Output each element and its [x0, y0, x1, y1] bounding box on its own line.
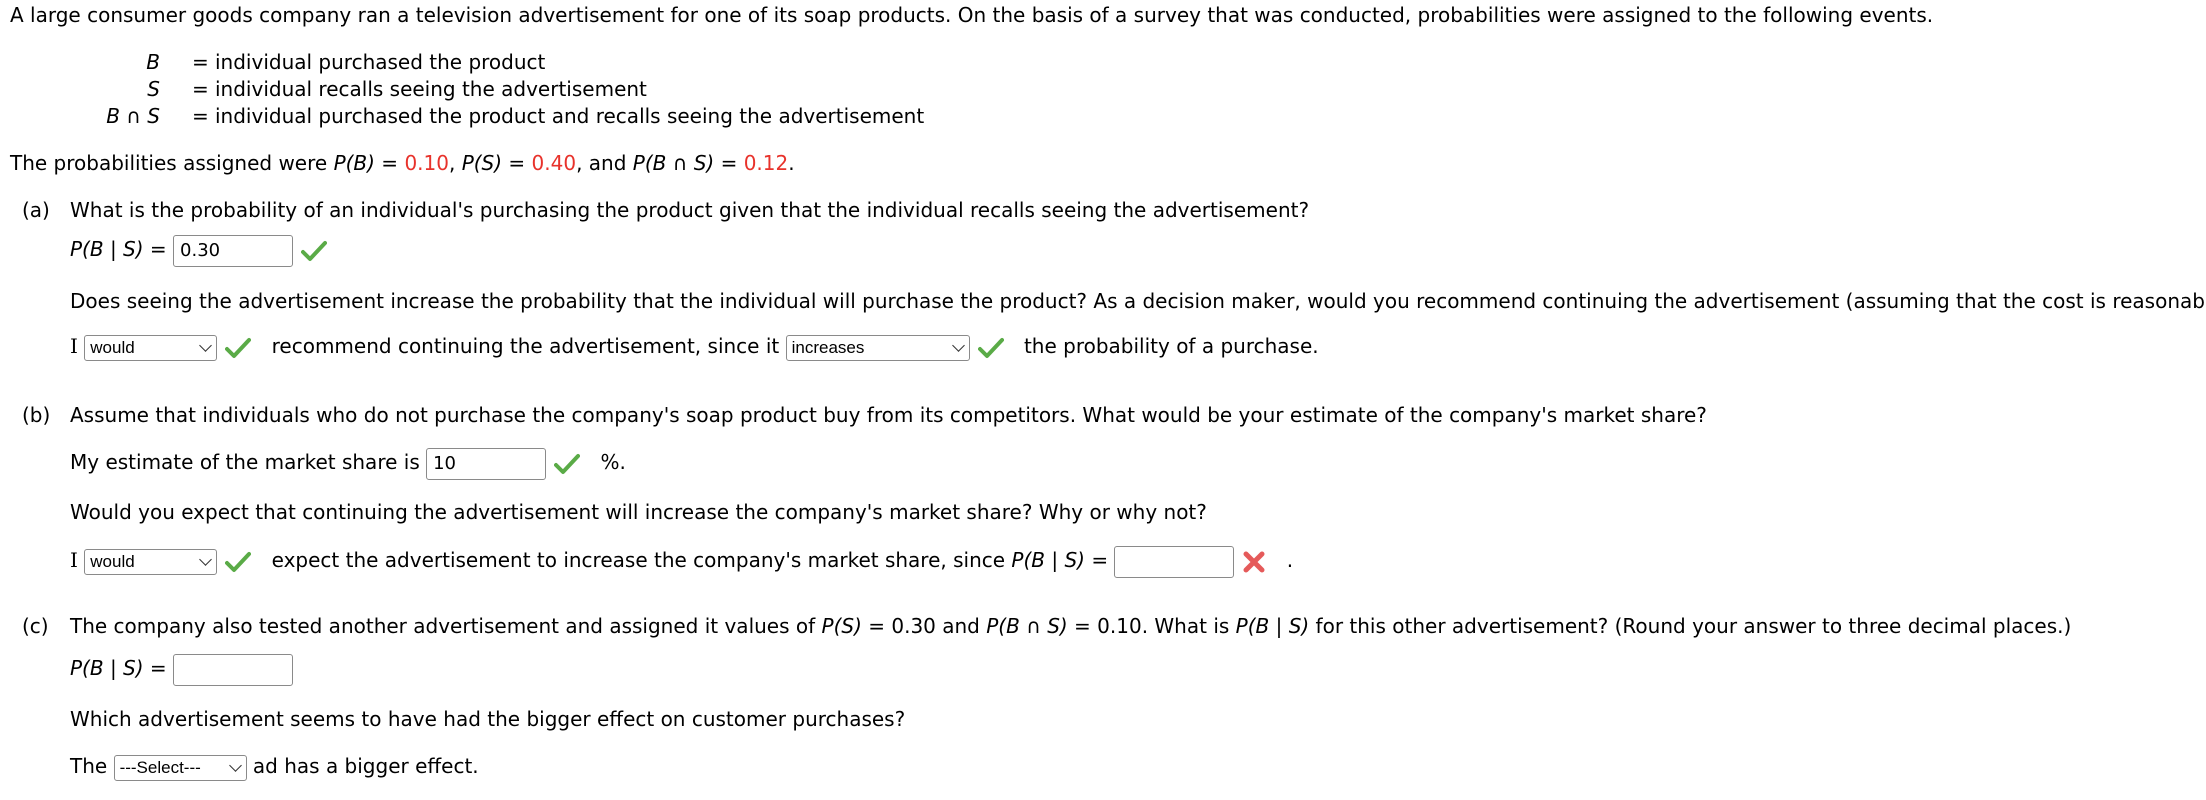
- checkmark-icon: [554, 453, 581, 474]
- sentence-middle: expect the advertisement to increase the…: [271, 548, 1006, 572]
- part-b-label: (b): [22, 403, 51, 427]
- estimate-prefix: My estimate of the market share is: [70, 450, 420, 474]
- part-c-answer-row: P(B | S) =: [70, 652, 294, 686]
- part-c-answer-label: P(B | S) =: [70, 656, 167, 680]
- definition-text: individual purchased the product: [215, 50, 546, 74]
- ps-label: P(S): [821, 614, 862, 638]
- chevron-down-icon: [199, 338, 213, 352]
- pbs-label: P(B ∩ S): [632, 151, 715, 175]
- sentence-end: .: [1286, 548, 1294, 572]
- definition-symbol: S: [147, 77, 160, 101]
- part-c-ad-select[interactable]: ---Select---: [113, 754, 247, 781]
- select-value: would: [90, 337, 135, 357]
- market-share-input[interactable]: 10: [426, 447, 547, 480]
- part-b-estimate-row: My estimate of the market share is 10 %.: [70, 446, 626, 480]
- checkmark-icon: [225, 337, 252, 358]
- sentence-start: I: [70, 548, 78, 572]
- sentence-end: ad has a bigger effect.: [252, 754, 479, 778]
- sentence-start: The: [70, 754, 108, 778]
- probabilities-prefix: The probabilities assigned were: [10, 151, 334, 175]
- select-value: would: [90, 551, 135, 571]
- sentence-start: I: [70, 334, 78, 358]
- select-value: increases: [791, 337, 865, 357]
- part-a-followup: Does seeing the advertisement increase t…: [70, 289, 2206, 313]
- pbs-label: P(B ∩ S): [986, 614, 1068, 638]
- checkmark-icon: [225, 551, 252, 572]
- part-b-would-select[interactable]: would: [84, 548, 218, 575]
- part-a-answer-label: P(B | S) =: [70, 237, 167, 261]
- equals-sign: =: [192, 77, 209, 101]
- part-c-label: (c): [22, 614, 49, 638]
- part-c-sentence: The ---Select--- ad has a bigger effect.: [70, 750, 479, 782]
- part-c-answer-input[interactable]: [173, 653, 294, 686]
- equals-sign: =: [192, 104, 209, 128]
- chevron-down-icon: [228, 758, 242, 772]
- ps-label: P(S): [461, 151, 503, 175]
- select-value: ---Select---: [119, 757, 201, 777]
- equals-sign: =: [192, 50, 209, 74]
- question-text: for this other advertisement? (Round you…: [1309, 614, 2072, 638]
- ps-value: 0.40: [531, 151, 577, 175]
- intro-text: A large consumer goods company ran a tel…: [10, 3, 1934, 27]
- part-a-would-select[interactable]: would: [84, 334, 218, 361]
- part-c-question: The company also tested another advertis…: [70, 614, 2071, 638]
- part-b-answer-label: P(B | S) =: [1011, 548, 1109, 572]
- checkmark-icon: [301, 240, 328, 261]
- chevron-down-icon: [951, 338, 965, 352]
- definition-text: individual recalls seeing the advertisem…: [215, 77, 647, 101]
- part-a-sentence: I would recommend continuing the adverti…: [70, 330, 1319, 362]
- checkmark-icon: [977, 337, 1004, 358]
- part-b-sentence: I would expect the advertisement to incr…: [70, 544, 1293, 578]
- part-a-question: What is the probability of an individual…: [70, 198, 1310, 222]
- part-a-answer-row: P(B | S) = 0.30: [70, 233, 328, 267]
- pbs-value: = 0.10. What is: [1074, 614, 1236, 638]
- part-a-increases-select[interactable]: increases: [785, 334, 970, 361]
- probabilities-line: The probabilities assigned were P(B) = 0…: [10, 151, 795, 175]
- part-b-question: Assume that individuals who do not purch…: [70, 403, 1707, 427]
- chevron-down-icon: [199, 552, 213, 566]
- pb-label: P(B): [333, 151, 375, 175]
- definition-symbol: B ∩ S: [106, 104, 160, 128]
- pb-value: 0.10: [404, 151, 449, 175]
- part-a-label: (a): [22, 198, 50, 222]
- ps-value: = 0.30 and: [868, 614, 987, 638]
- estimate-suffix: %.: [600, 450, 626, 474]
- part-b-answer-input[interactable]: [1114, 545, 1235, 578]
- sentence-middle: recommend continuing the advertisement, …: [271, 334, 780, 358]
- x-mark-icon: [1243, 551, 1265, 572]
- part-a-answer-input[interactable]: 0.30: [173, 234, 294, 267]
- definition-symbol: B: [146, 50, 160, 74]
- part-c-followup: Which advertisement seems to have had th…: [70, 707, 906, 731]
- pbs-value: 0.12: [743, 151, 789, 175]
- question-text: The company also tested another advertis…: [70, 614, 822, 638]
- sentence-end: the probability of a purchase.: [1023, 334, 1319, 358]
- part-b-followup: Would you expect that continuing the adv…: [70, 500, 1207, 524]
- definition-text: individual purchased the product and rec…: [215, 104, 925, 128]
- pbgs-label: P(B | S): [1235, 614, 1310, 638]
